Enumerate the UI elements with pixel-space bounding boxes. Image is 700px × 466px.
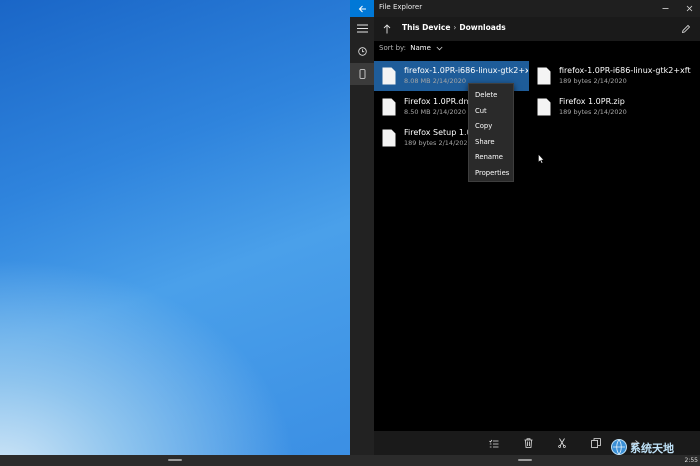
path-bar: This Device › Downloads xyxy=(374,17,700,41)
hamburger-menu-button[interactable] xyxy=(350,17,374,39)
file-size: 8.08 MB xyxy=(404,77,431,85)
file-item[interactable]: Firefox 1.0PR.zip 189 bytes 2/14/2020 xyxy=(529,92,700,122)
breadcrumb-this-device[interactable]: This Device xyxy=(402,23,450,32)
file-date: 2/14/2020 xyxy=(593,77,627,85)
document-icon xyxy=(382,129,396,147)
chevron-down-icon xyxy=(436,46,443,50)
file-size: 189 bytes xyxy=(559,77,592,85)
delete-button[interactable] xyxy=(522,437,534,449)
system-clock: 2:55 xyxy=(684,457,698,464)
document-icon xyxy=(537,98,551,116)
hamburger-icon xyxy=(356,24,368,32)
pencil-icon xyxy=(681,24,691,34)
window-title: File Explorer xyxy=(379,3,423,11)
scissors-icon xyxy=(558,438,566,448)
sort-value: Name xyxy=(410,44,431,52)
minimize-icon xyxy=(662,7,668,9)
clock-icon xyxy=(357,46,367,56)
document-icon xyxy=(382,67,396,85)
close-button[interactable] xyxy=(684,3,694,13)
menu-item-cut[interactable]: Cut xyxy=(469,104,513,120)
content-area: This Device › Downloads Sort by: Name fire… xyxy=(374,17,700,455)
close-icon xyxy=(686,5,692,11)
select-list-icon xyxy=(489,439,499,447)
menu-item-properties[interactable]: Properties xyxy=(469,166,513,182)
recent-button[interactable] xyxy=(350,40,374,62)
select-button[interactable] xyxy=(488,437,500,449)
sort-label: Sort by: xyxy=(379,44,407,52)
file-name: Firefox 1.0PR.zip xyxy=(559,97,625,106)
navigation-rail xyxy=(350,17,374,455)
copy-icon xyxy=(591,438,601,448)
file-explorer-window: File Explorer This Device › Downloads So… xyxy=(350,0,700,455)
minimize-button[interactable] xyxy=(660,3,670,13)
file-date: 2/14/2020 xyxy=(432,108,467,116)
right-pane-handle[interactable] xyxy=(518,459,532,461)
trash-icon xyxy=(524,438,532,448)
edit-button[interactable] xyxy=(680,23,692,35)
menu-item-share[interactable]: Share xyxy=(469,135,513,151)
file-name: firefox-1.0PR-i686-linux-gtk2+xft xyxy=(559,66,691,75)
menu-item-delete[interactable]: Delete xyxy=(469,88,513,104)
back-button[interactable] xyxy=(350,0,374,17)
up-arrow-icon xyxy=(383,24,391,34)
cut-button[interactable] xyxy=(556,437,568,449)
mouse-cursor-icon xyxy=(538,154,544,164)
up-button[interactable] xyxy=(381,23,393,35)
bottom-bar xyxy=(0,455,700,466)
left-pane-handle[interactable] xyxy=(168,459,182,461)
phone-icon xyxy=(359,69,365,79)
file-size: 8.50 MB xyxy=(404,108,431,116)
desktop-wallpaper xyxy=(0,0,350,455)
breadcrumb-downloads[interactable]: Downloads xyxy=(459,23,505,32)
file-item[interactable]: firefox-1.0PR-i686-linux-gtk2+xft 189 by… xyxy=(529,61,700,91)
breadcrumb: This Device › Downloads xyxy=(402,23,506,32)
file-name: firefox-1.0PR-i686-linux-gtk2+xft xyxy=(404,66,528,75)
file-size: 189 bytes xyxy=(404,139,437,147)
this-device-button[interactable] xyxy=(350,63,374,85)
file-date: 2/14/2020 xyxy=(593,108,627,116)
watermark-globe-icon xyxy=(611,439,627,455)
file-date: 2/14/2020 xyxy=(432,77,467,85)
document-icon xyxy=(382,98,396,116)
title-bar: File Explorer xyxy=(350,0,700,17)
breadcrumb-separator: › xyxy=(453,23,457,32)
back-arrow-icon xyxy=(358,5,366,12)
menu-item-rename[interactable]: Rename xyxy=(469,150,513,166)
watermark-text: 系统天地 xyxy=(630,442,674,455)
copy-button[interactable] xyxy=(590,437,602,449)
document-icon xyxy=(537,67,551,85)
menu-item-copy[interactable]: Copy xyxy=(469,119,513,135)
file-date: 2/14/2020 xyxy=(438,139,472,147)
file-size: 189 bytes xyxy=(559,108,592,116)
sort-control[interactable]: Sort by: Name xyxy=(379,44,443,52)
context-menu: Delete Cut Copy Share Rename Properties xyxy=(468,83,514,182)
